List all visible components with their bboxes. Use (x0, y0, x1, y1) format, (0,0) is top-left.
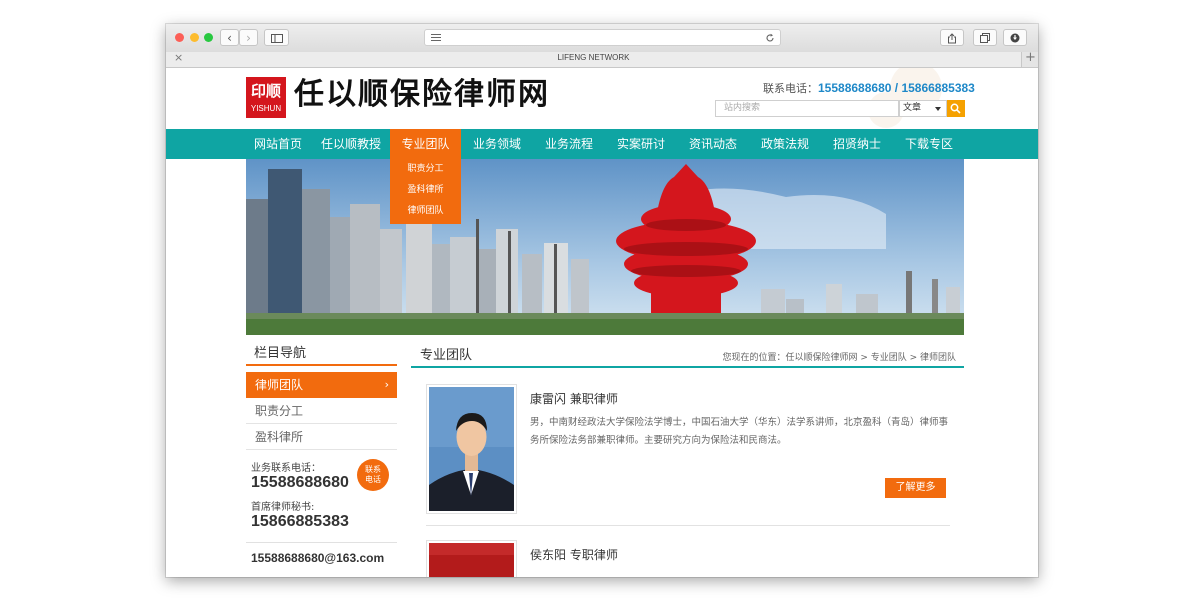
page-content: 印顺 YISHUN 任以顺保险律师网 联系电话：15588688680 / 15… (166, 68, 1038, 577)
hero-banner (246, 159, 964, 335)
close-window-button[interactable] (175, 33, 184, 42)
team-dropdown-menu: 职责分工 盈科律所 律师团队 (390, 159, 461, 224)
nav-item-home[interactable]: 网站首页 (252, 129, 304, 159)
phone-number-2: 15866885383 (901, 81, 975, 95)
tabs-icon (980, 33, 990, 43)
download-icon (1010, 33, 1020, 43)
sidebar-item-firm[interactable]: 盈科律所 (246, 424, 397, 450)
nav-item-recruit[interactable]: 招贤纳士 (828, 129, 886, 159)
dropdown-arrow-icon (935, 107, 941, 111)
learn-more-button[interactable]: 了解更多 (885, 478, 946, 498)
secretary-phone-number: 15866885383 (251, 513, 349, 530)
lawyer-photo[interactable] (426, 540, 517, 577)
business-phone-number: 15588688680 (251, 474, 349, 491)
card-divider (426, 525, 950, 526)
minimize-window-button[interactable] (190, 33, 199, 42)
qingdao-skyline-image (246, 159, 964, 335)
phone-number-1: 15588688680 (818, 81, 892, 95)
search-type-value: 文章 (903, 103, 922, 113)
forward-icon: › (246, 31, 251, 45)
sidebar-item-label: 职责分工 (255, 404, 304, 418)
search-button[interactable] (947, 100, 965, 117)
site-logo[interactable]: 印顺 YISHUN (246, 77, 286, 118)
new-tab-icon[interactable]: + (1025, 50, 1036, 65)
main-header: 专业团队 您现在的位置：任以顺保险律师网 > 专业团队 > 律师团队 (411, 346, 964, 368)
nav-item-business[interactable]: 业务领域 (468, 129, 526, 159)
nav-item-policy[interactable]: 政策法规 (756, 129, 814, 159)
nav-item-process[interactable]: 业务流程 (540, 129, 598, 159)
main-nav: 网站首页 任以顺教授 专业团队 业务领域 业务流程 实案研讨 资讯动态 政策法规… (166, 129, 1038, 159)
reload-icon[interactable] (765, 33, 775, 43)
downloads-button[interactable] (1003, 29, 1027, 46)
maximize-window-button[interactable] (204, 33, 213, 42)
sidebar-toggle-button[interactable] (264, 29, 289, 46)
business-phone-label: 业务联系电话： (251, 463, 321, 474)
browser-toolbar: ‹ › (166, 24, 1038, 53)
dropdown-item-firm[interactable]: 盈科律所 (390, 180, 461, 201)
lawyer-description: 男，中南财经政法大学保险法学博士，中国石油大学（华东）法学系讲师，北京盈科（青岛… (530, 417, 949, 446)
forward-button[interactable]: › (239, 29, 258, 46)
logo-chinese-text: 印顺 (250, 82, 281, 100)
share-button[interactable] (940, 29, 964, 46)
sidebar-icon (270, 34, 283, 43)
contact-email[interactable]: 15588688680@163.com (251, 551, 384, 565)
bubble-line-2: 电话 (365, 475, 381, 484)
back-icon: ‹ (227, 31, 232, 45)
nav-item-download[interactable]: 下载专区 (900, 129, 958, 159)
lawyer-photo[interactable] (426, 384, 517, 514)
browser-window: ‹ › × LIFENG NETWORK + 印顺 YISHUN 任以顺保险律师… (166, 24, 1038, 577)
phone-label: 联系电话： (763, 82, 818, 95)
contact-phone-bubble: 联系 电话 (357, 459, 389, 491)
sidebar-title: 栏目导航 (246, 344, 397, 366)
nav-item-news[interactable]: 资讯动态 (684, 129, 742, 159)
lawyer-portrait-image (429, 387, 514, 511)
nav-item-cases[interactable]: 实案研讨 (612, 129, 670, 159)
browser-tab[interactable]: × LIFENG NETWORK (166, 51, 1022, 67)
lawyer-portrait-image (429, 543, 514, 577)
contact-phone: 联系电话：15588688680 / 15866885383 (763, 80, 975, 96)
dropdown-item-duties[interactable]: 职责分工 (390, 159, 461, 180)
breadcrumb: 您现在的位置：任以顺保险律师网 > 专业团队 > 律师团队 (722, 353, 956, 363)
search-input[interactable]: 站内搜索 (715, 100, 899, 117)
back-button[interactable]: ‹ (220, 29, 239, 46)
chevron-right-icon: › (384, 378, 389, 391)
nav-item-professor[interactable]: 任以顺教授 (318, 129, 384, 159)
secretary-phone-label: 首席律师秘书: (251, 502, 315, 513)
share-icon (948, 33, 956, 44)
reader-icon[interactable] (431, 34, 441, 41)
address-bar[interactable] (424, 29, 781, 46)
sidebar-item-lawyers[interactable]: 律师团队 › (246, 372, 397, 398)
search-type-select[interactable]: 文章 (899, 100, 947, 117)
sidebar-divider (246, 542, 397, 543)
lawyer-name[interactable]: 侯东阳 专职律师 (530, 546, 618, 563)
main-title: 专业团队 (420, 348, 473, 363)
dropdown-item-lawyers[interactable]: 律师团队 (390, 201, 461, 222)
lawyer-name[interactable]: 康雷闪 兼职律师 (530, 390, 618, 407)
logo-english-text: YISHUN (250, 104, 282, 113)
sidebar-item-label: 盈科律所 (255, 430, 304, 444)
sidebar-item-label: 律师团队 (255, 378, 304, 392)
sidebar-item-duties[interactable]: 职责分工 (246, 398, 397, 424)
tab-title: LIFENG NETWORK (557, 53, 630, 62)
tabs-overview-button[interactable] (973, 29, 997, 46)
browser-tab-bar: × LIFENG NETWORK + (166, 50, 1038, 68)
search-icon (950, 103, 961, 114)
phone-separator: / (891, 81, 902, 95)
bubble-line-1: 联系 (365, 465, 381, 474)
nav-item-team[interactable]: 专业团队 (390, 129, 461, 159)
header-decoration (868, 68, 942, 128)
site-title: 任以顺保险律师网 (294, 77, 550, 112)
